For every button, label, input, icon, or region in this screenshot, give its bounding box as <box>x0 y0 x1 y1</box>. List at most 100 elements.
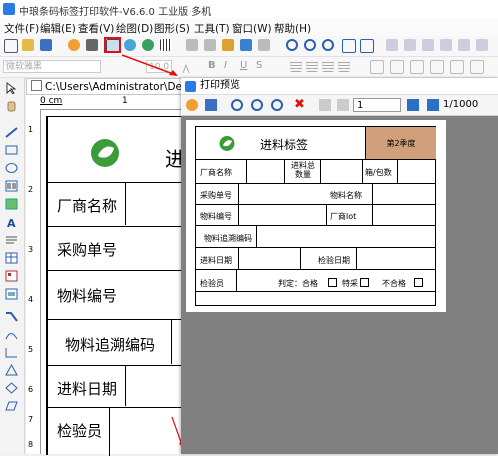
zoom-fit-icon[interactable] <box>322 39 334 51</box>
align-top-icon[interactable] <box>440 39 452 51</box>
text-middle-icon[interactable] <box>390 60 404 74</box>
paste-icon[interactable] <box>222 39 234 51</box>
leaf-logo-icon <box>219 136 235 151</box>
print-settings-icon[interactable] <box>186 99 198 111</box>
last-page-icon[interactable] <box>427 99 439 111</box>
rich-text-tool-icon[interactable] <box>5 234 18 246</box>
text-tool-icon[interactable]: A <box>5 216 18 228</box>
menu-tools[interactable]: 工具(T) <box>194 21 230 36</box>
text-bottom-icon[interactable] <box>410 60 424 74</box>
strikethrough-icon[interactable]: S <box>256 60 268 72</box>
zoom-in-icon[interactable] <box>286 39 298 51</box>
page-icon[interactable] <box>360 39 374 53</box>
polyline-tool-icon[interactable] <box>5 310 18 322</box>
picture-tool-icon[interactable] <box>5 288 18 300</box>
v-ruler-label: 7 <box>28 415 34 424</box>
page-number-input[interactable]: 1 <box>353 98 401 112</box>
preview-toolbar: ✖ 1 1/1000 <box>181 95 498 116</box>
preview-page: 进料标签 第2季度 厂商名称 进料总数量 箱/包数 采购单号 物料名称 物料编号 <box>186 120 446 312</box>
align-bottom-icon[interactable] <box>476 39 488 51</box>
open-icon[interactable] <box>22 39 34 51</box>
line-tool-icon[interactable] <box>5 126 18 138</box>
label-field: 进料总数量 <box>291 161 315 179</box>
align-middle-icon[interactable] <box>458 39 470 51</box>
label-row-5 <box>196 247 436 270</box>
text-align-left-icon[interactable] <box>290 60 302 72</box>
font-family-select[interactable]: 微软雅黑 <box>3 60 101 73</box>
qrcode-tool-icon[interactable] <box>5 270 18 282</box>
menu-window[interactable]: 窗口(W) <box>232 21 272 36</box>
redo-icon[interactable] <box>258 39 270 51</box>
ellipse-tool-icon[interactable] <box>5 162 18 174</box>
label-design-table[interactable]: 进 厂商名称 采购单号 物料编号 物料追溯编码 进料日期 检验员 <box>46 116 192 456</box>
menu-draw[interactable]: 绘图(D) <box>116 21 153 36</box>
triangle-tool-icon[interactable] <box>5 364 18 376</box>
label-field: 物料编号 <box>200 212 232 221</box>
barcode-tool-icon[interactable] <box>5 180 18 192</box>
copy-icon[interactable] <box>204 39 216 51</box>
zoom-in-icon[interactable] <box>231 99 243 111</box>
database-icon[interactable] <box>124 39 136 51</box>
menu-help[interactable]: 帮助(H) <box>274 21 311 36</box>
text-justify-icon[interactable] <box>338 60 350 72</box>
menu-shape[interactable]: 图形(S) <box>154 21 190 36</box>
undo-icon[interactable] <box>240 39 252 51</box>
preview-label: 进料标签 第2季度 厂商名称 进料总数量 箱/包数 采购单号 物料名称 物料编号 <box>195 126 436 306</box>
vertical-ruler: 1 2 3 4 5 6 7 8 <box>26 95 41 454</box>
menu-view[interactable]: 查看(V) <box>78 21 114 36</box>
align-center-icon[interactable] <box>404 39 416 51</box>
preview-title-bar: 打印预览 <box>181 78 498 95</box>
image-tool-icon[interactable] <box>5 198 18 210</box>
zoom-out-icon[interactable] <box>304 39 316 51</box>
char-spacing-icon[interactable] <box>430 60 444 74</box>
table-row: 厂商名称 <box>47 182 192 225</box>
table-row: 进料日期 <box>47 365 192 406</box>
next-page-icon[interactable] <box>407 99 419 111</box>
row-label: 物料追溯编码 <box>65 336 156 354</box>
italic-icon[interactable]: I <box>224 60 236 72</box>
menu-edit[interactable]: 编辑(E) <box>40 21 76 36</box>
prev-page-icon[interactable] <box>337 99 349 111</box>
document-icon <box>31 80 42 91</box>
bold-icon[interactable]: B <box>208 60 220 72</box>
first-page-icon[interactable] <box>319 99 331 111</box>
align-left-icon[interactable] <box>386 39 398 51</box>
hand-icon[interactable] <box>5 100 18 112</box>
barcode-icon[interactable] <box>160 39 172 51</box>
print-icon[interactable] <box>86 39 98 51</box>
v-ruler-label: 5 <box>28 345 34 354</box>
arc-tool-icon[interactable] <box>5 328 18 340</box>
checkbox-fail <box>414 278 423 287</box>
line-spacing-icon[interactable] <box>450 60 464 74</box>
label-title: 进料标签 <box>260 138 309 152</box>
data-source-icon[interactable] <box>142 39 154 51</box>
text-align-center-icon[interactable] <box>306 60 318 72</box>
table-tool-icon[interactable] <box>5 252 18 264</box>
new-icon[interactable] <box>4 39 18 53</box>
print-icon[interactable] <box>205 99 217 111</box>
label-field: 采购单号 <box>200 191 232 200</box>
label-field: 特采 <box>342 279 358 288</box>
print-preview-window: 打印预览 ✖ 1 1/1000 进料标签 第2季度 厂商名称 进料总数量 箱/包… <box>181 78 498 454</box>
close-icon[interactable]: ✖ <box>294 98 306 111</box>
leaf-logo-icon <box>91 139 119 167</box>
settings-icon[interactable] <box>68 39 80 51</box>
grid-icon[interactable] <box>342 39 356 53</box>
zoom-fit-icon[interactable] <box>271 99 283 111</box>
text-align-right-icon[interactable] <box>322 60 334 72</box>
text-top-icon[interactable] <box>370 60 384 74</box>
table-row: 采购单号 <box>47 226 192 259</box>
diamond-tool-icon[interactable] <box>5 382 18 394</box>
zoom-out-icon[interactable] <box>251 99 263 111</box>
label-field: 箱/包数 <box>365 168 392 177</box>
align-right-icon[interactable] <box>422 39 434 51</box>
pointer-icon[interactable] <box>5 82 18 94</box>
parallelogram-tool-icon[interactable] <box>5 400 18 412</box>
underline-icon[interactable]: U <box>240 60 252 72</box>
curve-tool-icon[interactable] <box>5 346 18 358</box>
vertical-text-icon[interactable] <box>470 60 484 74</box>
menu-file[interactable]: 文件(F) <box>4 21 39 36</box>
cut-icon[interactable] <box>186 39 198 51</box>
save-icon[interactable] <box>40 39 52 51</box>
rectangle-tool-icon[interactable] <box>5 144 18 156</box>
